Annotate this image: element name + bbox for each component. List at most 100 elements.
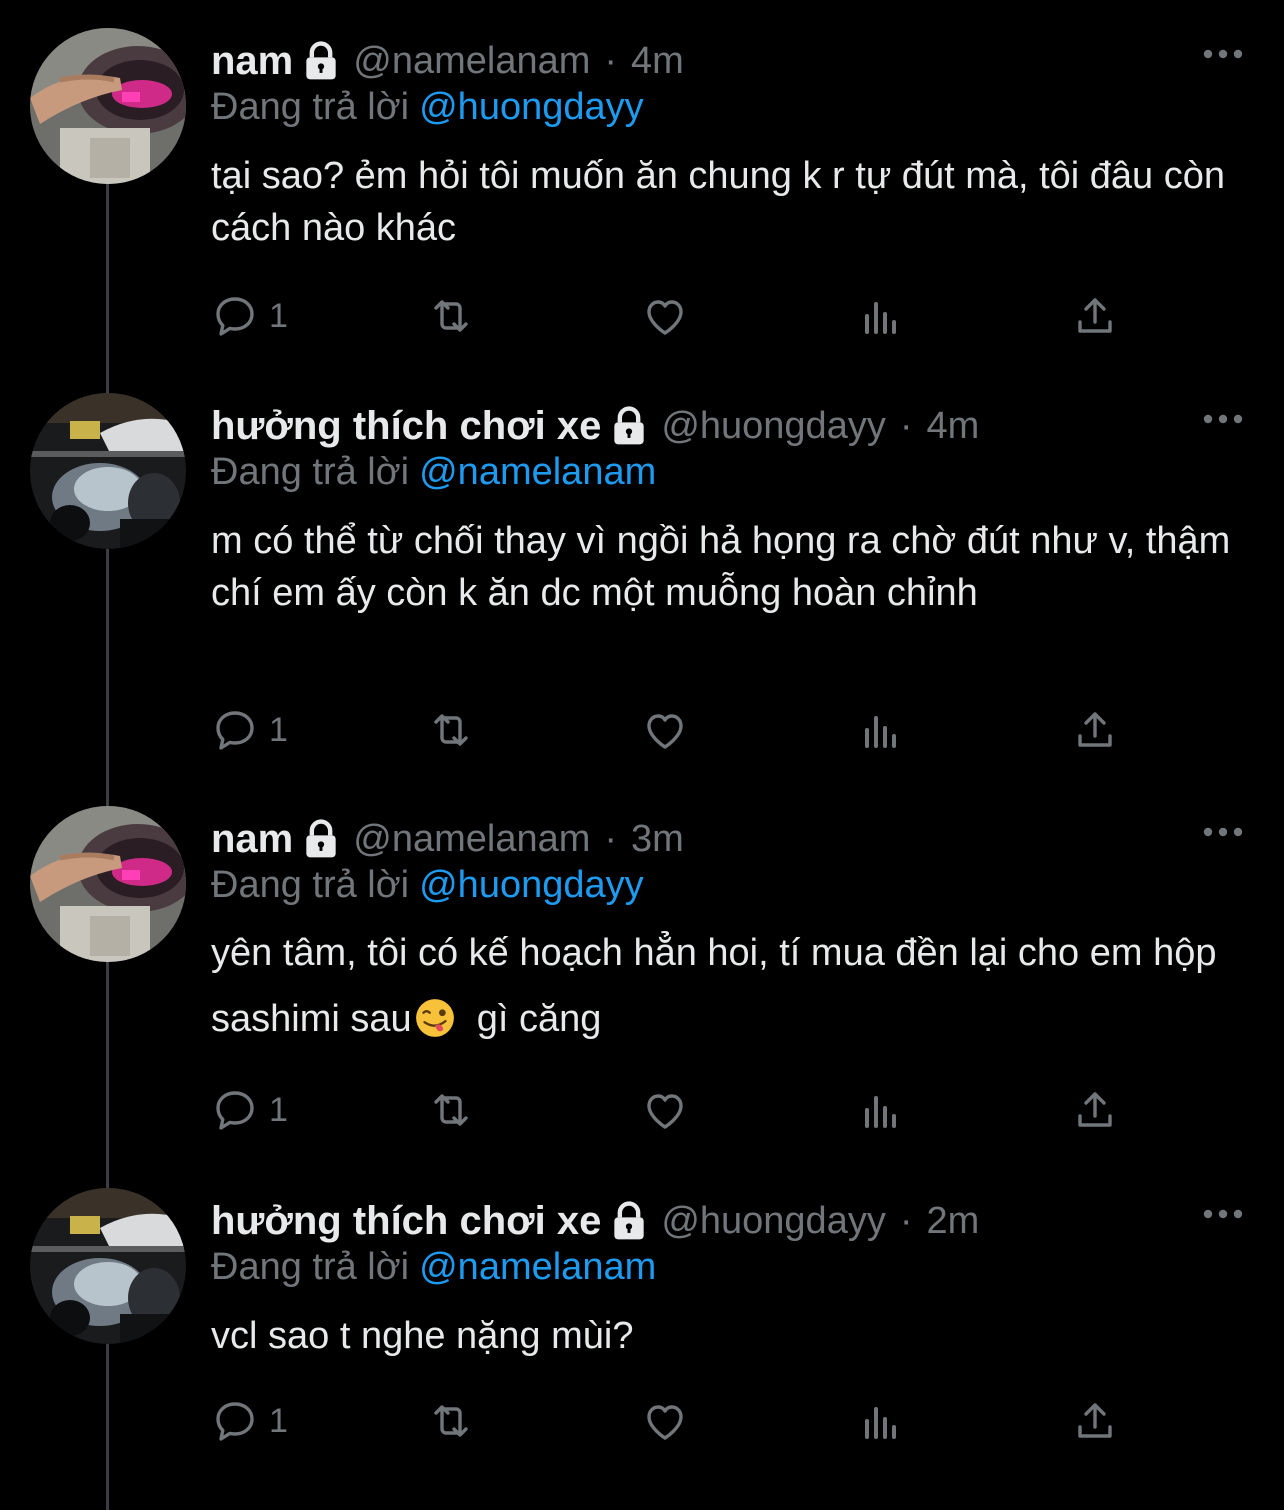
avatar-image xyxy=(30,28,186,184)
share-button[interactable] xyxy=(1071,706,1119,754)
action-bar: 1 xyxy=(211,292,1121,340)
reply-button[interactable]: 1 xyxy=(211,1086,288,1134)
replying-to: Đang trả lời @namelanam xyxy=(211,451,656,494)
heart-icon xyxy=(641,706,689,754)
reply-button[interactable]: 1 xyxy=(211,706,288,754)
lock-icon xyxy=(299,817,343,861)
separator-dot: · xyxy=(604,817,618,860)
replying-to-label: Đang trả lời xyxy=(211,86,410,128)
display-name[interactable]: hưởng thích chơi xe xyxy=(211,404,601,449)
lock-icon xyxy=(607,404,651,448)
tweet[interactable]: nam @namelanam · 4m Đang trả lời @huongda… xyxy=(0,0,1284,380)
replying-to-label: Đang trả lời xyxy=(211,1246,410,1288)
retweet-icon xyxy=(427,292,475,340)
views-button[interactable] xyxy=(857,1397,905,1445)
reply-count: 1 xyxy=(269,710,288,749)
reply-count: 1 xyxy=(269,1090,288,1129)
tweet[interactable]: hưởng thích chơi xe @huongdayy · 4m Đang… xyxy=(0,365,1284,780)
replying-to: Đang trả lời @namelanam xyxy=(211,1246,656,1289)
avatar[interactable] xyxy=(30,1188,186,1344)
views-button[interactable] xyxy=(857,706,905,754)
lock-icon xyxy=(299,39,343,83)
handle[interactable]: @huongdayy xyxy=(661,405,886,448)
share-icon xyxy=(1071,706,1119,754)
reply-icon xyxy=(211,1397,259,1445)
handle[interactable]: @namelanam xyxy=(353,818,590,861)
avatar[interactable] xyxy=(30,393,186,549)
replying-to: Đang trả lời @huongdayy xyxy=(211,86,644,129)
reply-icon xyxy=(211,292,259,340)
reply-icon xyxy=(211,706,259,754)
avatar[interactable] xyxy=(30,28,186,184)
reply-button[interactable]: 1 xyxy=(211,1397,288,1445)
tweet-header: nam @namelanam · 3m xyxy=(211,814,684,864)
replying-to-label: Đang trả lời xyxy=(211,864,410,906)
avatar-image xyxy=(30,1188,186,1344)
more-icon[interactable] xyxy=(1202,822,1244,842)
action-bar: 1 xyxy=(211,706,1121,754)
reply-button[interactable]: 1 xyxy=(211,292,288,340)
share-button[interactable] xyxy=(1071,1086,1119,1134)
like-button[interactable] xyxy=(641,1086,689,1134)
share-icon xyxy=(1071,292,1119,340)
retweet-icon xyxy=(427,1397,475,1445)
analytics-icon xyxy=(857,1086,905,1134)
tweet[interactable]: nam @namelanam · 3m Đang trả lời @huongda… xyxy=(0,778,1284,1178)
separator-dot: · xyxy=(604,39,618,82)
replying-to-label: Đang trả lời xyxy=(211,451,410,493)
mention-link[interactable]: @namelanam xyxy=(419,451,656,493)
tweet-text: tại sao? ẻm hỏi tôi muốn ăn chung k r tự… xyxy=(211,155,1226,249)
handle[interactable]: @huongdayy xyxy=(661,1200,886,1243)
retweet-button[interactable] xyxy=(427,1086,475,1134)
like-button[interactable] xyxy=(641,1397,689,1445)
heart-icon xyxy=(641,1086,689,1134)
more-icon[interactable] xyxy=(1202,1204,1244,1224)
timestamp[interactable]: 4m xyxy=(926,405,979,448)
reply-icon xyxy=(211,1086,259,1134)
handle[interactable]: @namelanam xyxy=(353,40,590,83)
winking-face-tongue-emoji-icon xyxy=(414,997,456,1039)
reply-count: 1 xyxy=(269,296,288,335)
timestamp[interactable]: 3m xyxy=(631,818,684,861)
views-button[interactable] xyxy=(857,292,905,340)
timestamp[interactable]: 2m xyxy=(926,1200,979,1243)
retweet-button[interactable] xyxy=(427,1397,475,1445)
action-bar: 1 xyxy=(211,1086,1121,1134)
tweet-header: nam @namelanam · 4m xyxy=(211,36,684,86)
separator-dot: · xyxy=(899,404,913,447)
mention-link[interactable]: @huongdayy xyxy=(419,864,644,906)
mention-link[interactable]: @namelanam xyxy=(419,1246,656,1288)
display-name[interactable]: nam xyxy=(211,817,293,862)
share-button[interactable] xyxy=(1071,1397,1119,1445)
like-button[interactable] xyxy=(641,706,689,754)
separator-dot: · xyxy=(899,1199,913,1242)
lock-icon xyxy=(607,1199,651,1243)
more-icon[interactable] xyxy=(1202,44,1244,64)
replying-to: Đang trả lời @huongdayy xyxy=(211,864,644,907)
retweet-icon xyxy=(427,706,475,754)
analytics-icon xyxy=(857,706,905,754)
heart-icon xyxy=(641,1397,689,1445)
tweet-text: m có thể từ chối thay vì ngồi hả họng ra… xyxy=(211,520,1231,614)
analytics-icon xyxy=(857,1397,905,1445)
tweet-text: yên tâm, tôi có kế hoạch hẳn hoi, tí mua… xyxy=(211,920,1251,1052)
tweet-text-tail: gì căng xyxy=(455,998,602,1040)
tweet-header: hưởng thích chơi xe @huongdayy · 4m xyxy=(211,401,979,451)
analytics-icon xyxy=(857,292,905,340)
display-name[interactable]: nam xyxy=(211,39,293,84)
tweet-text: vcl sao t nghe nặng mùi? xyxy=(211,1315,634,1357)
retweet-button[interactable] xyxy=(427,706,475,754)
more-icon[interactable] xyxy=(1202,409,1244,429)
retweet-button[interactable] xyxy=(427,292,475,340)
avatar[interactable] xyxy=(30,806,186,962)
avatar-image xyxy=(30,393,186,549)
views-button[interactable] xyxy=(857,1086,905,1134)
display-name[interactable]: hưởng thích chơi xe xyxy=(211,1199,601,1244)
like-button[interactable] xyxy=(641,292,689,340)
tweet-text-main: yên tâm, tôi có kế hoạch hẳn hoi, tí mua… xyxy=(211,932,1217,1040)
mention-link[interactable]: @huongdayy xyxy=(419,86,644,128)
share-button[interactable] xyxy=(1071,292,1119,340)
timestamp[interactable]: 4m xyxy=(631,40,684,83)
tweet[interactable]: hưởng thích chơi xe @huongdayy · 2m Đang… xyxy=(0,1160,1284,1500)
action-bar: 1 xyxy=(211,1397,1121,1445)
